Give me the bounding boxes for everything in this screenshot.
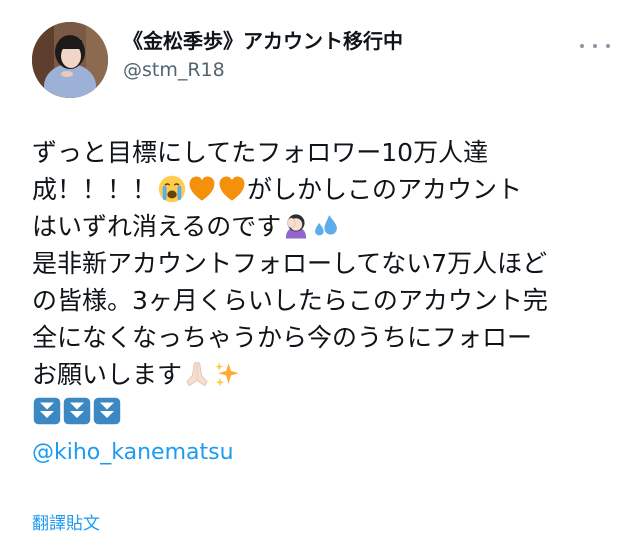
tweet-line: 成！！！！ がしかしこのアカウント (32, 171, 612, 208)
down-arrow-button-icon (63, 397, 91, 425)
folded-hands-icon (183, 360, 211, 388)
tweet-line: 全になくなっちゃうから今のうちにフォロー (32, 323, 533, 352)
orange-heart-icon (188, 175, 216, 203)
author-display-name[interactable]: 《金松季歩》アカウント移行中 (123, 28, 403, 54)
author-handle[interactable]: @stm_R18 (123, 57, 403, 83)
avatar[interactable] (32, 22, 108, 98)
tweet-line-text: がしかしこのアカウント (247, 175, 523, 204)
tweet-line (32, 393, 612, 430)
sweat-droplets-icon (312, 212, 340, 240)
woman-facepalming-icon (282, 212, 310, 240)
tweet-line: 是非新アカウントフォローしてない7万人ほど (32, 249, 548, 278)
down-arrow-button-icon (33, 397, 61, 425)
tweet-line: の皆様。3ヶ月くらいしたらこのアカウント完 (32, 286, 548, 315)
more-options-icon[interactable] (580, 36, 610, 56)
translate-post-link[interactable]: 翻譯貼文 (32, 512, 100, 536)
avatar-photo (32, 22, 108, 98)
tweet-header: 《金松季歩》アカウント移行中 @stm_R18 (32, 22, 612, 98)
tweet-text: ずっと目標にしてたフォロワー10万人達 成！！！！ がしかしこのアカウント はい… (32, 134, 612, 430)
loudly-crying-face-icon (158, 175, 186, 203)
tweet-line-text: お願いします (32, 360, 183, 389)
mention-link[interactable]: @kiho_kanematsu (32, 436, 234, 470)
tweet-line: ずっと目標にしてたフォロワー10万人達 (32, 138, 489, 167)
tweet-line: はいずれ消えるのです (32, 208, 612, 245)
down-arrow-button-icon (93, 397, 121, 425)
author-info: 《金松季歩》アカウント移行中 @stm_R18 (123, 28, 403, 83)
orange-heart-icon (218, 175, 246, 203)
tweet-line-text: 成！！！！ (32, 175, 158, 204)
tweet-line: お願いします (32, 356, 612, 393)
tweet-line-text: はいずれ消えるのです (32, 212, 282, 241)
sparkles-icon (213, 360, 241, 388)
